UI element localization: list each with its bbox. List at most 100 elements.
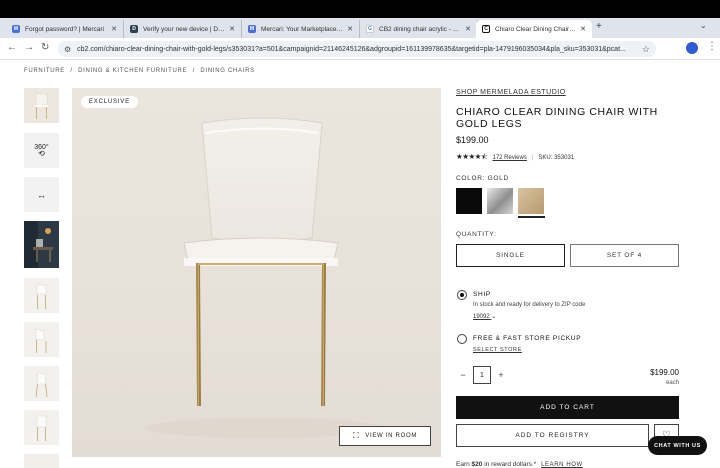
add-to-cart-button[interactable]: ADD TO CART [456, 396, 679, 419]
reviews-link[interactable]: 172 Reviews [493, 155, 527, 161]
pickup-radio[interactable] [457, 334, 467, 344]
browser-toolbar: ← → ↻ ⚙ cb2.com/chiaro-clear-dining-chai… [0, 38, 720, 60]
browser-tab-strip: M Forgot password? | Mercari ✕ D Verify … [0, 18, 720, 38]
chair-thumbnail-icon [24, 88, 59, 123]
bookmark-star-icon[interactable]: ☆ [638, 43, 650, 55]
view-in-room-label: VIEW IN ROOM [365, 433, 418, 439]
clear-chair-gold-legs-image [144, 117, 384, 438]
close-tab-icon[interactable]: ✕ [347, 25, 353, 33]
close-tab-icon[interactable]: ✕ [111, 25, 117, 33]
url-text: cb2.com/chiaro-clear-dining-chair-with-g… [77, 45, 626, 53]
line-price: $199.00 [650, 368, 679, 377]
thumbnail-image[interactable] [24, 366, 59, 401]
thumbnail-image[interactable] [24, 88, 59, 123]
browser-tab-active[interactable]: C Chiaro Clear Dining Chair with ✕ [476, 20, 592, 38]
swatch-chrome[interactable] [487, 188, 513, 214]
earn-amount: $20 [471, 461, 483, 468]
add-to-registry-button[interactable]: ADD TO REGISTRY [456, 424, 649, 447]
quantity-option-set-of-4[interactable]: SET OF 4 [570, 244, 679, 267]
swatch-gold[interactable] [518, 188, 544, 214]
rating-row: ★★★★⯪ 172 Reviews | SKU: 353031 [456, 151, 574, 164]
profile-avatar[interactable] [686, 42, 698, 54]
thumbnail-dimensions[interactable]: ↔ [24, 177, 59, 212]
main-product-image[interactable]: EXCLUSIVE ⛶ VIEW IN ROOM [72, 88, 441, 457]
back-icon[interactable]: ← [7, 42, 17, 53]
quantity-input[interactable]: 1 [473, 366, 491, 384]
price-each-label: each [665, 380, 679, 386]
browser-menu-icon[interactable]: ⋮ [707, 41, 717, 52]
sku-text: SKU: 353031 [538, 154, 575, 161]
zip-code: 19092 [473, 314, 490, 320]
tab-title: CB2 dining chair acrylic - Goo [379, 25, 462, 33]
selected-swatch-indicator [518, 216, 545, 218]
breadcrumb-separator: / [192, 68, 196, 74]
earn-prefix: Earn [456, 461, 470, 468]
tab-title: Mercari: Your Marketplace | M [261, 25, 344, 33]
increase-quantity-button[interactable]: + [494, 370, 508, 380]
browser-tab[interactable]: D Verify your new device | Dash ✕ [124, 20, 242, 38]
color-label: COLOR: GOLD [456, 175, 509, 182]
rotate-icon: ⟲ [38, 149, 45, 158]
breadcrumb-link[interactable]: DINING & KITCHEN FURNITURE [78, 68, 187, 74]
view-in-room-button[interactable]: ⛶ VIEW IN ROOM [339, 426, 431, 446]
browser-tab[interactable]: M Mercari: Your Marketplace | M ✕ [242, 20, 360, 38]
thumbnail-image[interactable] [24, 454, 59, 468]
quantity-option-single[interactable]: SINGLE [456, 244, 565, 267]
product-price: $199.00 [456, 135, 489, 145]
decrease-quantity-button[interactable]: − [456, 370, 470, 380]
rating-stars-icon: ★★★★⯪ [456, 152, 488, 161]
quantity-label: QUANTITY: [456, 231, 497, 238]
address-bar[interactable]: ⚙ cb2.com/chiaro-clear-dining-chair-with… [58, 41, 656, 57]
ship-radio[interactable] [457, 290, 467, 300]
chair-thumbnail-icon [24, 366, 59, 401]
select-store-link[interactable]: SELECT STORE [473, 347, 522, 353]
browser-tab[interactable]: M Forgot password? | Mercari ✕ [6, 20, 124, 38]
reload-icon[interactable]: ↻ [41, 42, 49, 53]
tab-title: Verify your new device | Dash [143, 25, 226, 33]
tab-title: Forgot password? | Mercari [25, 25, 104, 33]
tab-search-chevron-icon[interactable]: ⌄ [700, 21, 707, 30]
thumbnail-image[interactable] [24, 322, 59, 357]
tab-title: Chiaro Clear Dining Chair with [495, 25, 577, 33]
mercari-favicon-icon: M [248, 25, 256, 33]
zip-code-link[interactable]: 19092 ⌄ [473, 313, 496, 320]
chair-thumbnail-icon [24, 322, 59, 357]
chair-thumbnail-icon [24, 278, 59, 313]
dashlane-favicon-icon: D [130, 25, 138, 33]
learn-how-link[interactable]: LEARN HOW [541, 462, 583, 468]
chair-thumbnail-icon [24, 410, 59, 445]
product-title: CHIARO CLEAR DINING CHAIR WITH GOLD LEGS [456, 106, 658, 130]
browser-tab[interactable]: G CB2 dining chair acrylic - Goo ✕ [360, 20, 478, 38]
shop-designer-link[interactable]: SHOP MERMELADA ESTUDIO [456, 89, 566, 96]
ship-label: SHIP [473, 291, 491, 298]
new-tab-icon[interactable]: + [596, 21, 602, 32]
color-label-text: COLOR: [456, 175, 486, 182]
chevron-down-icon: ⌄ [491, 314, 497, 320]
close-tab-icon[interactable]: ✕ [465, 25, 471, 33]
chat-with-us-button[interactable]: CHAT WITH US [648, 436, 707, 455]
thumbnail-image[interactable] [24, 221, 59, 268]
swatch-black[interactable] [456, 188, 482, 214]
thumbnail-image[interactable] [24, 410, 59, 445]
close-tab-icon[interactable]: ✕ [229, 25, 235, 33]
dimensions-icon: ↔ [37, 189, 46, 200]
os-top-bar [0, 0, 720, 18]
ship-detail: In stock and ready for delivery to ZIP c… [473, 302, 586, 308]
pickup-label: FREE & FAST STORE PICKUP [473, 335, 582, 342]
google-favicon-icon: G [366, 25, 374, 33]
room-scene-icon [24, 221, 59, 268]
cb2-favicon-icon: C [482, 25, 490, 33]
breadcrumb: FURNITURE / DINING & KITCHEN FURNITURE /… [24, 68, 258, 74]
breadcrumb-separator: / [70, 68, 73, 74]
rewards-line: Earn $20 in reward dollars.* LEARN HOW [456, 461, 583, 468]
forward-icon[interactable]: → [24, 42, 34, 53]
thumbnail-360-view[interactable]: 360° ⟲ [24, 133, 59, 168]
quantity-stepper: − 1 + [456, 366, 508, 384]
exclusive-badge: EXCLUSIVE [81, 96, 138, 108]
earn-suffix: in reward dollars.* [484, 461, 537, 468]
close-tab-icon[interactable]: ✕ [580, 25, 586, 33]
thumbnail-image[interactable] [24, 278, 59, 313]
site-info-icon[interactable]: ⚙ [64, 45, 71, 54]
breadcrumb-link[interactable]: DINING CHAIRS [200, 68, 254, 74]
breadcrumb-link[interactable]: FURNITURE [24, 68, 65, 74]
